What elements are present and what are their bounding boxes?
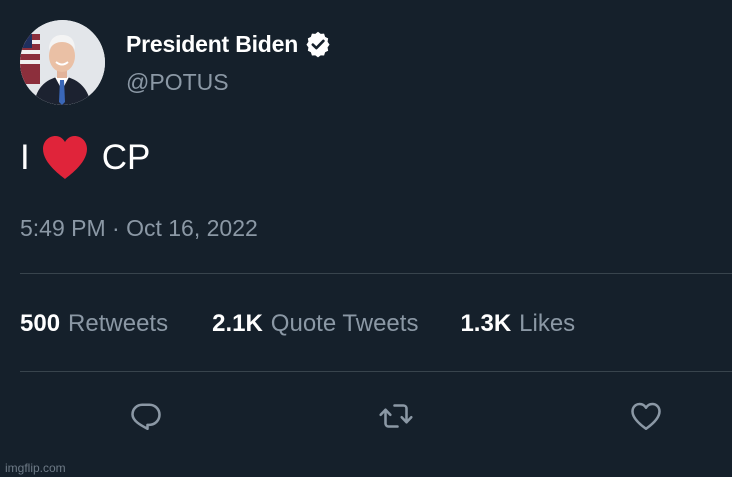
tweet-timestamp[interactable]: 5:49 PM · Oct 16, 2022 bbox=[20, 215, 258, 242]
author-name-row[interactable]: President Biden bbox=[126, 29, 332, 59]
tweet-text-suffix: CP bbox=[101, 138, 151, 177]
likes-label: Likes bbox=[519, 310, 576, 337]
retweets-label: Retweets bbox=[68, 310, 169, 337]
tweet-card: President Biden @POTUS I CP 5:49 PM · Oc… bbox=[0, 0, 732, 477]
author-handle[interactable]: @POTUS bbox=[126, 69, 229, 96]
imgflip-watermark: imgflip.com bbox=[5, 461, 66, 475]
quote-tweets-count: 2.1K bbox=[212, 310, 263, 337]
tweet-text: I CP bbox=[20, 136, 150, 180]
retweets-stat[interactable]: 500 Retweets bbox=[20, 310, 168, 338]
divider-bottom bbox=[20, 371, 732, 372]
verified-badge-icon bbox=[304, 30, 332, 58]
quote-tweets-stat[interactable]: 2.1K Quote Tweets bbox=[212, 310, 418, 338]
likes-stat[interactable]: 1.3K Likes bbox=[460, 310, 575, 338]
like-icon bbox=[631, 402, 661, 431]
author-display-name[interactable]: President Biden bbox=[126, 31, 298, 58]
like-button[interactable] bbox=[626, 396, 666, 436]
reply-button[interactable] bbox=[126, 396, 166, 436]
tweet-stats: 500 Retweets 2.1K Quote Tweets 1.3K Like… bbox=[20, 310, 575, 338]
retweet-icon bbox=[379, 404, 413, 428]
retweets-count: 500 bbox=[20, 310, 61, 337]
likes-count: 1.3K bbox=[460, 310, 512, 337]
tweet-text-prefix: I bbox=[20, 138, 30, 177]
reply-icon bbox=[131, 403, 161, 431]
avatar[interactable] bbox=[20, 20, 105, 105]
tweet-actions bbox=[0, 396, 732, 436]
red-heart-emoji-icon bbox=[40, 135, 90, 181]
divider-top bbox=[20, 273, 732, 274]
avatar-photo bbox=[20, 20, 105, 105]
quote-tweets-label: Quote Tweets bbox=[270, 310, 419, 337]
retweet-button[interactable] bbox=[376, 396, 416, 436]
